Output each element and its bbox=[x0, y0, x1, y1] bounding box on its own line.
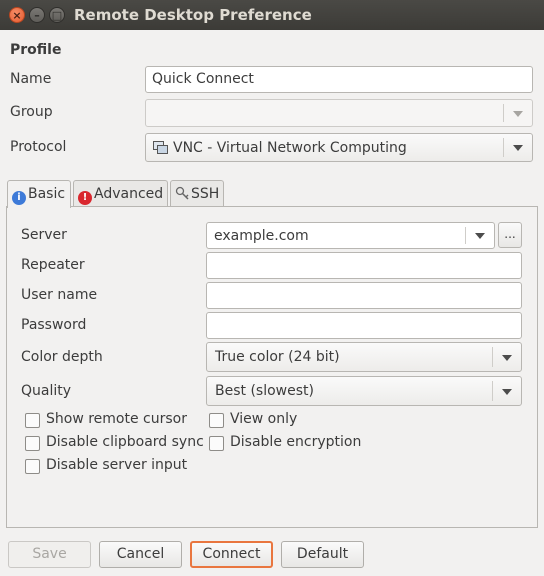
maximize-icon: □ bbox=[51, 9, 63, 22]
show-remote-cursor-label[interactable]: Show remote cursor bbox=[46, 411, 187, 427]
repeater-input[interactable] bbox=[206, 252, 522, 279]
protocol-combo-value: VNC - Virtual Network Computing bbox=[173, 140, 407, 156]
server-combo-separator bbox=[465, 227, 466, 244]
protocol-combo[interactable]: VNC - Virtual Network Computing bbox=[145, 133, 533, 162]
warning-icon: ! bbox=[78, 191, 92, 205]
tab-ssh[interactable]: SSH bbox=[170, 180, 224, 207]
chevron-down-icon bbox=[513, 111, 523, 117]
chevron-down-icon bbox=[502, 355, 512, 361]
disable-encryption-label[interactable]: Disable encryption bbox=[230, 434, 361, 450]
key-icon bbox=[175, 183, 191, 200]
minimize-window-button[interactable]: – bbox=[29, 7, 45, 23]
group-label: Group bbox=[10, 104, 53, 120]
group-combo[interactable] bbox=[145, 99, 533, 127]
name-input[interactable]: Quick Connect bbox=[145, 66, 533, 93]
info-icon: i bbox=[12, 191, 26, 205]
chevron-down-icon bbox=[502, 389, 512, 395]
connect-button[interactable]: Connect bbox=[190, 541, 273, 568]
close-icon: × bbox=[12, 9, 22, 22]
server-combo-value: example.com bbox=[214, 228, 309, 244]
default-button[interactable]: Default bbox=[281, 541, 364, 568]
server-combo[interactable]: example.com bbox=[206, 222, 495, 249]
save-button[interactable]: Save bbox=[8, 541, 91, 568]
tab-basic[interactable]: i Basic bbox=[7, 180, 71, 208]
color-depth-combo-separator bbox=[492, 347, 493, 367]
tab-advanced-label: Advanced bbox=[94, 186, 164, 202]
tab-advanced[interactable]: ! Advanced bbox=[73, 180, 168, 207]
disable-server-input-checkbox[interactable] bbox=[25, 459, 40, 474]
profile-section-title: Profile bbox=[10, 42, 62, 58]
disable-encryption-checkbox[interactable] bbox=[209, 436, 224, 451]
cancel-button[interactable]: Cancel bbox=[99, 541, 182, 568]
password-label: Password bbox=[21, 317, 87, 333]
disable-server-input-label[interactable]: Disable server input bbox=[46, 457, 187, 473]
group-combo-separator bbox=[503, 104, 504, 122]
username-input[interactable] bbox=[206, 282, 522, 309]
window-title: Remote Desktop Preference bbox=[74, 6, 312, 24]
show-remote-cursor-checkbox[interactable] bbox=[25, 413, 40, 428]
chevron-down-icon bbox=[475, 233, 485, 239]
repeater-label: Repeater bbox=[21, 257, 85, 273]
browse-servers-button[interactable]: ... bbox=[498, 222, 522, 248]
title-bar: × – □ Remote Desktop Preference bbox=[0, 0, 544, 30]
quality-label: Quality bbox=[21, 383, 72, 399]
quality-combo-value: Best (slowest) bbox=[215, 383, 314, 399]
screen-icon bbox=[153, 141, 168, 154]
disable-clipboard-sync-label[interactable]: Disable clipboard sync bbox=[46, 434, 204, 450]
maximize-window-button[interactable]: □ bbox=[49, 7, 65, 23]
color-depth-combo-value: True color (24 bit) bbox=[215, 349, 340, 365]
username-label: User name bbox=[21, 287, 98, 303]
tab-ssh-label: SSH bbox=[191, 186, 220, 202]
password-input[interactable] bbox=[206, 312, 522, 339]
server-label: Server bbox=[21, 227, 67, 243]
tab-basic-label: Basic bbox=[28, 186, 66, 202]
protocol-label: Protocol bbox=[10, 139, 67, 155]
view-only-checkbox[interactable] bbox=[209, 413, 224, 428]
quality-combo-separator bbox=[492, 381, 493, 401]
name-label: Name bbox=[10, 71, 52, 87]
color-depth-combo[interactable]: True color (24 bit) bbox=[206, 342, 522, 372]
disable-clipboard-sync-checkbox[interactable] bbox=[25, 436, 40, 451]
chevron-down-icon bbox=[513, 145, 523, 151]
quality-combo[interactable]: Best (slowest) bbox=[206, 376, 522, 406]
protocol-combo-separator bbox=[503, 138, 504, 157]
minimize-icon: – bbox=[34, 9, 40, 22]
color-depth-label: Color depth bbox=[21, 349, 103, 365]
close-window-button[interactable]: × bbox=[9, 7, 25, 23]
view-only-label[interactable]: View only bbox=[230, 411, 297, 427]
